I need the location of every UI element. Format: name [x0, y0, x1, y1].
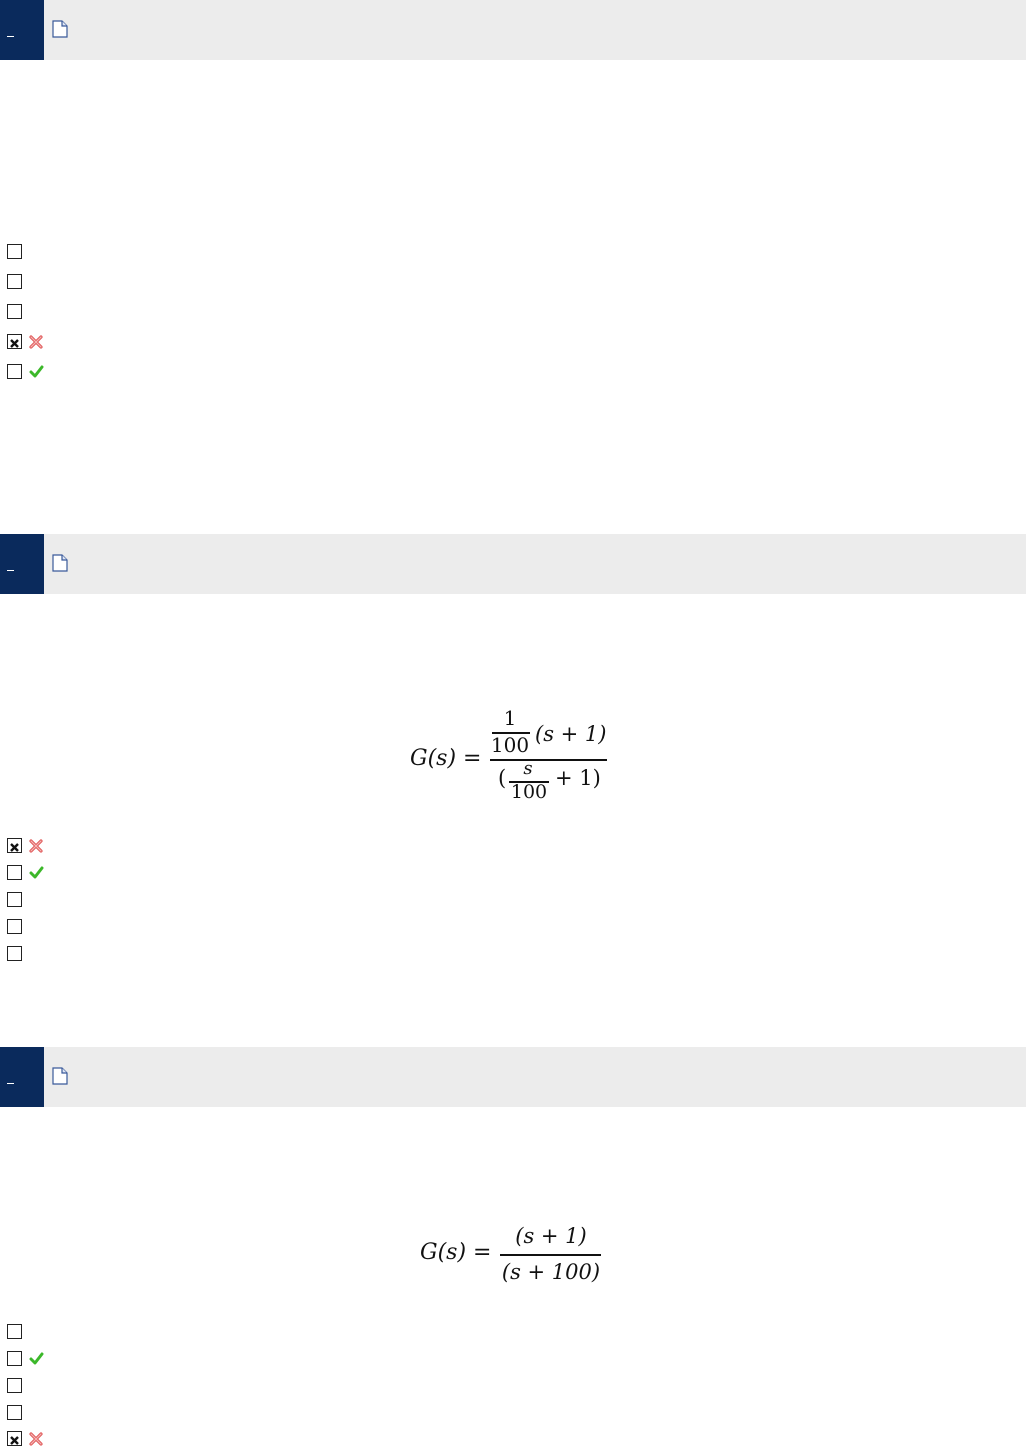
- equation-lhs: G(s) =: [420, 1240, 492, 1265]
- q1-option-1[interactable]: [7, 244, 67, 262]
- question-3-number-link[interactable]: [7, 1083, 14, 1084]
- checkbox[interactable]: [7, 1324, 22, 1339]
- question-2-header: [0, 534, 1026, 594]
- equation-denominator: (s + 100): [501, 1260, 601, 1284]
- cross-icon: [29, 335, 43, 349]
- main-fraction-bar: [500, 1254, 601, 1256]
- question-1-number-block[interactable]: [0, 0, 44, 60]
- q1-option-5[interactable]: [7, 364, 67, 382]
- question-2-number-block[interactable]: [0, 534, 44, 594]
- denominator-open-paren: (: [498, 766, 507, 790]
- checkbox-checked[interactable]: [7, 1431, 22, 1446]
- q1-option-2[interactable]: [7, 274, 67, 292]
- main-fraction-bar: [490, 759, 607, 761]
- question-3-number-block[interactable]: [0, 1047, 44, 1107]
- checkbox-checked[interactable]: [7, 838, 22, 853]
- cross-icon: [29, 839, 43, 853]
- checkbox-checked[interactable]: [7, 334, 22, 349]
- equation-numerator: (s + 1): [515, 1224, 587, 1248]
- q1-option-4[interactable]: [7, 334, 67, 352]
- q3-option-3[interactable]: [7, 1378, 67, 1396]
- checkbox[interactable]: [7, 865, 22, 880]
- checkbox[interactable]: [7, 274, 22, 289]
- q2-option-4[interactable]: [7, 919, 67, 937]
- q3-option-1[interactable]: [7, 1324, 67, 1342]
- numerator-fraction-top: 1: [503, 706, 517, 730]
- equation-lhs: G(s) =: [410, 746, 482, 771]
- q2-option-2[interactable]: [7, 865, 67, 883]
- denominator-fraction-bottom: 100: [510, 781, 548, 803]
- checkbox[interactable]: [7, 364, 22, 379]
- document-icon: [52, 20, 68, 38]
- question-2-number-link[interactable]: [7, 570, 14, 571]
- document-icon: [52, 1067, 68, 1085]
- question-1-header: [0, 0, 1026, 60]
- numerator-fraction-bottom: 100: [490, 733, 530, 757]
- denominator-rest: + 1): [555, 766, 601, 790]
- q2-option-3[interactable]: [7, 892, 67, 910]
- check-icon: [29, 1352, 44, 1365]
- q3-option-4[interactable]: [7, 1405, 67, 1423]
- document-icon: [52, 554, 68, 572]
- check-icon: [29, 365, 44, 378]
- denominator-fraction-top: s: [523, 758, 533, 779]
- q3-option-5[interactable]: [7, 1431, 67, 1449]
- question-3-header: [0, 1047, 1026, 1107]
- q2-option-1[interactable]: [7, 838, 67, 856]
- checkbox[interactable]: [7, 919, 22, 934]
- cross-icon: [29, 1432, 43, 1446]
- checkbox[interactable]: [7, 1378, 22, 1393]
- checkbox[interactable]: [7, 892, 22, 907]
- q3-option-2[interactable]: [7, 1351, 67, 1369]
- checkbox[interactable]: [7, 244, 22, 259]
- check-icon: [29, 866, 44, 879]
- checkbox[interactable]: [7, 1405, 22, 1420]
- numerator-rest: (s + 1): [535, 722, 607, 746]
- checkbox[interactable]: [7, 946, 22, 961]
- question-1-number-link[interactable]: [7, 36, 14, 37]
- checkbox[interactable]: [7, 304, 22, 319]
- q2-option-5[interactable]: [7, 946, 67, 964]
- checkbox[interactable]: [7, 1351, 22, 1366]
- q1-option-3[interactable]: [7, 304, 67, 322]
